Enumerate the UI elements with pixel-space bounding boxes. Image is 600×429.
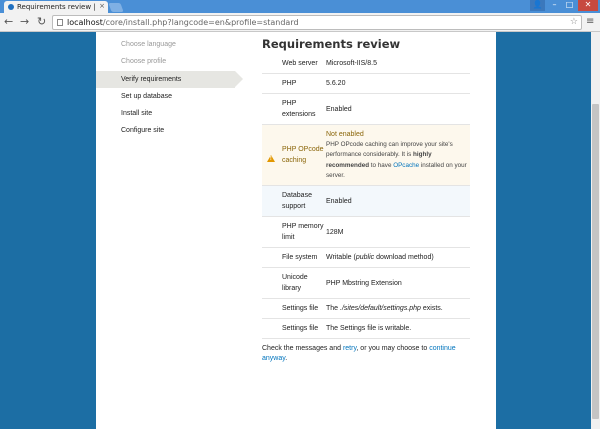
row-label: PHP memory limit [280, 216, 326, 249]
table-row: PHP 5.6.20 [262, 73, 470, 94]
requirements-table: Web server Microsoft-IIS/8.5 PHP 5.6.20 … [262, 54, 470, 340]
step-set-up-database: Set up database [121, 92, 172, 100]
step-install-site: Install site [121, 110, 153, 118]
footer-message: Check the messages and retry, or you may… [262, 345, 456, 363]
row-label: PHP [280, 73, 326, 94]
table-row: Database support Enabled [262, 185, 470, 218]
url-host: localhost [67, 18, 103, 27]
row-value: Enabled [326, 93, 470, 125]
url-path: /core/install.php?langcode=en&profile=st… [102, 18, 299, 27]
row-label: File system [280, 247, 326, 269]
table-row: File system Writable (public download me… [262, 247, 470, 269]
row-value: Enabled [326, 185, 470, 218]
row-value: The ./sites/default/settings.php exists. [326, 298, 470, 320]
row-value: Writable (public download method) [326, 247, 470, 269]
step-configure-site: Configure site [121, 127, 165, 135]
warning-icon: ! [267, 154, 275, 162]
row-label: Web server [280, 54, 326, 74]
address-bar[interactable]: localhost/core/install.php?langcode=en&p… [52, 15, 582, 30]
close-tab-icon[interactable]: × [99, 2, 105, 10]
back-arrow-icon[interactable]: ← [4, 16, 13, 28]
page-icon [57, 19, 63, 26]
row-label: Settings file [280, 318, 326, 340]
user-profile-icon[interactable]: 👤 [530, 0, 545, 11]
browser-toolbar: ← → ↻ localhost/core/install.php?langcod… [0, 13, 600, 32]
row-value: The Settings file is writable. [326, 318, 470, 340]
table-row: Unicode library PHP Mbstring Extension [262, 267, 470, 300]
row-label: Unicode library [280, 267, 326, 300]
step-choose-language: Choose language [121, 41, 176, 48]
minimize-button[interactable]: – [547, 0, 562, 11]
table-row: PHP extensions Enabled [262, 93, 470, 125]
reload-icon[interactable]: ↻ [37, 16, 46, 28]
drupal-favicon-icon [8, 4, 14, 10]
opcache-link[interactable]: OPcache [393, 162, 419, 169]
tab-title: Requirements review | [17, 3, 96, 11]
page-viewport: Choose language Choose profile Verify re… [0, 32, 591, 429]
warning-description: PHP OPcode caching can improve your site… [326, 141, 467, 179]
close-window-button[interactable]: ✕ [578, 0, 598, 11]
bookmark-star-icon[interactable]: ☆ [570, 16, 578, 29]
main-content: Requirements review Web server Microsoft… [262, 36, 494, 364]
step-verify-requirements: Verify requirements [96, 70, 243, 88]
installer-card: Choose language Choose profile Verify re… [96, 32, 496, 429]
row-value: Microsoft-IIS/8.5 [326, 54, 470, 74]
browser-titlebar: Requirements review | × 👤 – □ ✕ [0, 0, 600, 13]
maximize-button[interactable]: □ [562, 0, 577, 11]
scrollbar-thumb[interactable] [592, 104, 599, 419]
retry-link[interactable]: retry [343, 345, 356, 352]
page-title: Requirements review [262, 37, 401, 51]
row-label: PHP extensions [280, 93, 326, 125]
table-row: Web server Microsoft-IIS/8.5 [262, 54, 470, 74]
install-steps: Choose language Choose profile Verify re… [96, 36, 246, 140]
forward-arrow-icon[interactable]: → [20, 16, 29, 28]
row-label: Settings file [280, 298, 326, 320]
table-row-warning: ! PHP OPcode caching Not enabled PHP OPc… [262, 124, 470, 187]
table-row: Settings file The ./sites/default/settin… [262, 298, 470, 320]
step-choose-profile: Choose profile [121, 58, 167, 66]
row-value: Not enabled [326, 131, 364, 138]
row-value: PHP Mbstring Extension [326, 267, 470, 300]
browser-menu-icon[interactable]: ≡ [586, 16, 594, 28]
row-value: 5.6.20 [326, 73, 470, 94]
browser-tab[interactable]: Requirements review | × [4, 1, 108, 13]
row-label: PHP OPcode caching [280, 124, 326, 187]
vertical-scrollbar[interactable] [591, 32, 600, 429]
new-tab-button[interactable] [108, 3, 124, 12]
row-label: Database support [280, 185, 326, 218]
table-row: PHP memory limit 128M [262, 216, 470, 249]
table-row: Settings file The Settings file is writa… [262, 318, 470, 340]
row-value: 128M [326, 216, 470, 249]
